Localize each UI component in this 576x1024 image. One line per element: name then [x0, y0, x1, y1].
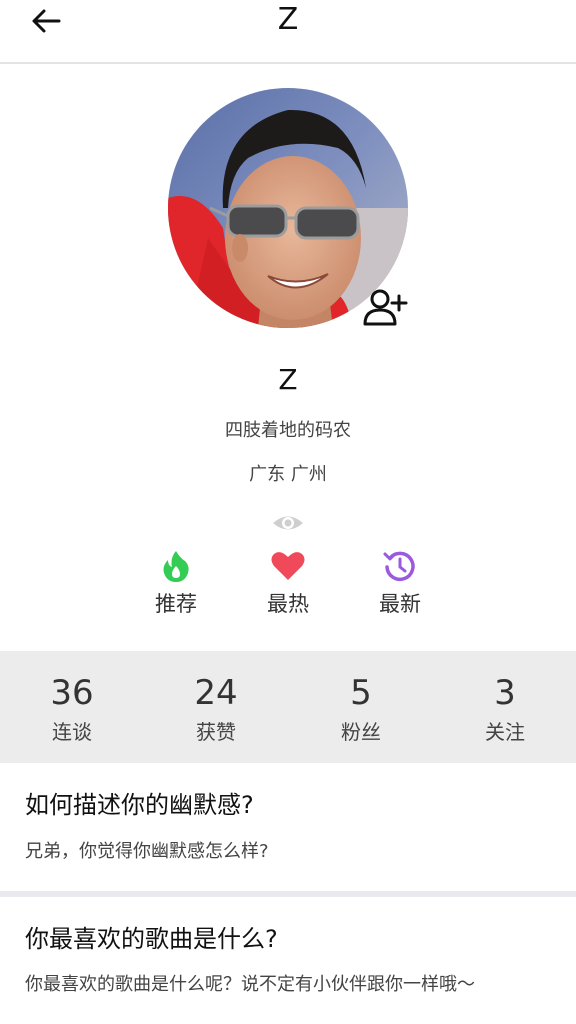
question-title: 你最喜欢的歌曲是什么?: [25, 925, 278, 953]
top-bar: Z: [0, 0, 576, 64]
stat-label: 连谈: [52, 720, 92, 744]
add-friend-button[interactable]: [362, 286, 410, 330]
stat-value: 3: [494, 673, 516, 713]
question-title: 如何描述你的幽默感?: [25, 791, 254, 819]
page-title: Z: [277, 2, 299, 37]
eye-icon[interactable]: [271, 512, 305, 534]
profile-page: Z Z 四肢着地的码农 广东 广州 推荐 最热 最新 36 连谈 24 获赞 5…: [0, 0, 576, 1024]
stat-likes[interactable]: 24 获赞: [144, 651, 288, 763]
username: Z: [278, 363, 298, 396]
question-subtitle: 你最喜欢的歌曲是什么呢？说不定有小伙伴跟你一样哦～: [25, 974, 475, 995]
stat-label: 粉丝: [341, 720, 381, 744]
tab-label: 最热: [267, 592, 309, 616]
history-icon: [383, 551, 415, 582]
stat-value: 36: [50, 673, 94, 713]
question-subtitle: 兄弟，你觉得你幽默感怎么样?: [25, 841, 269, 862]
stats-bar: 36 连谈 24 获赞 5 粉丝 3 关注: [0, 651, 576, 763]
user-location: 广东 广州: [249, 464, 327, 485]
add-user-icon: [363, 289, 408, 326]
tab-recommended[interactable]: 推荐: [131, 546, 221, 626]
tab-latest[interactable]: 最新: [355, 546, 445, 626]
stat-following[interactable]: 3 关注: [433, 651, 576, 763]
stat-conversations[interactable]: 36 连谈: [0, 651, 144, 763]
heart-icon: [271, 552, 305, 580]
feed-tabs: 推荐 最热 最新: [0, 546, 576, 626]
flame-icon: [163, 551, 189, 582]
stat-value: 24: [194, 673, 238, 713]
stat-followers[interactable]: 5 粉丝: [289, 651, 433, 763]
tab-label: 推荐: [155, 592, 197, 616]
tab-hottest[interactable]: 最热: [243, 546, 333, 626]
user-bio: 四肢着地的码农: [225, 420, 351, 441]
tab-label: 最新: [379, 592, 421, 616]
question-card[interactable]: 如何描述你的幽默感? 兄弟，你觉得你幽默感怎么样?: [0, 763, 576, 891]
stat-label: 关注: [485, 720, 525, 744]
stat-value: 5: [350, 673, 372, 713]
stat-label: 获赞: [196, 720, 236, 744]
question-card[interactable]: 你最喜欢的歌曲是什么? 你最喜欢的歌曲是什么呢？说不定有小伙伴跟你一样哦～: [0, 897, 576, 1024]
